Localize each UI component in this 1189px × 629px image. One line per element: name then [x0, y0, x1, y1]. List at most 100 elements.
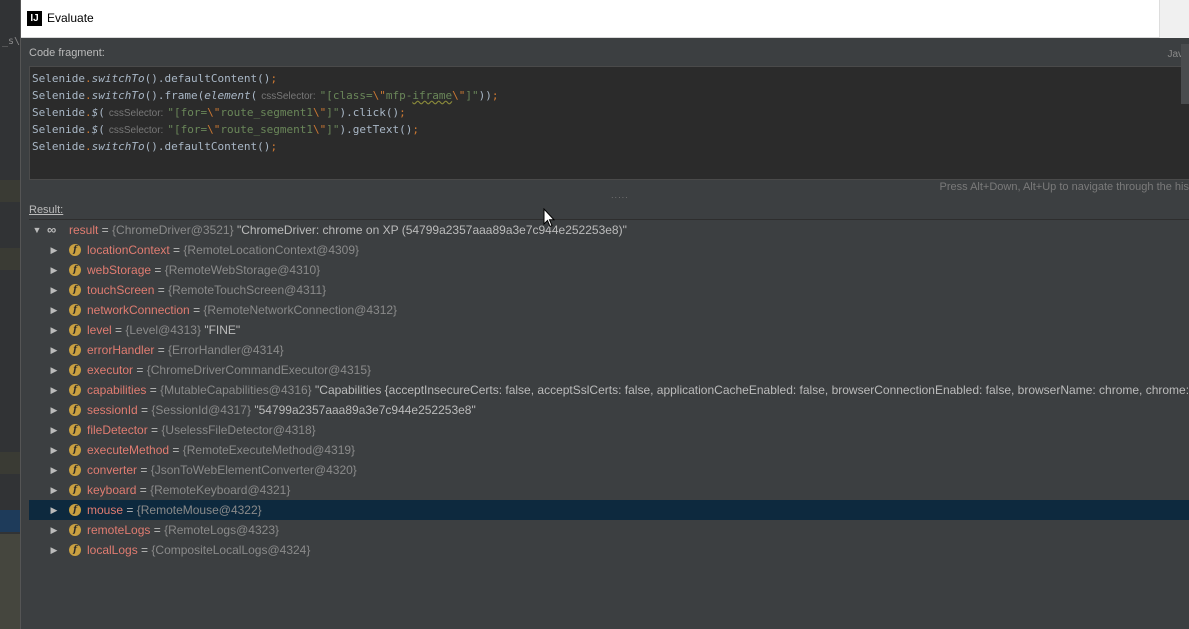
- code-token: .: [84, 72, 92, 85]
- field-name: localLogs: [87, 543, 138, 557]
- code-token: route_segment1: [220, 123, 314, 136]
- code-line[interactable]: Selenide.switchTo().frame(element(cssSel…: [32, 87, 1187, 104]
- equals-sign: =: [169, 243, 184, 257]
- tree-row-localLogs[interactable]: ▶ f localLogs = {CompositeLocalLogs@4324}: [29, 540, 1189, 560]
- field-name: networkConnection: [87, 303, 190, 317]
- tree-row-sessionId[interactable]: ▶ f sessionId = {SessionId@4317} "54799a23…: [29, 400, 1189, 420]
- field-name: touchScreen: [87, 283, 155, 297]
- tree-row-mouse[interactable]: ▶ f mouse = {RemoteMouse@4322}: [29, 500, 1189, 520]
- field-name: executeMethod: [87, 443, 170, 457]
- splitter-handle[interactable]: .....: [611, 192, 628, 200]
- tree-row-touchScreen[interactable]: ▶ f touchScreen = {RemoteTouchScreen@4311}: [29, 280, 1189, 300]
- field-name: keyboard: [87, 483, 137, 497]
- parameter-hint: cssSelector:: [108, 125, 164, 136]
- triangle-right-icon[interactable]: ▶: [49, 520, 59, 540]
- equals-sign: =: [137, 543, 152, 557]
- field-f-icon: f: [69, 284, 81, 296]
- tree-row-executor[interactable]: ▶ f executor = {ChromeDriverCommandExecuto…: [29, 360, 1189, 380]
- tree-row-locationContext[interactable]: ▶ f locationContext = {RemoteLocationConte…: [29, 240, 1189, 260]
- tree-row-result[interactable]: ▼ ∞ result = {ChromeDriver@3521} "ChromeDr…: [29, 220, 1189, 240]
- field-f-icon: f: [69, 464, 81, 476]
- window-controls[interactable]: [1159, 0, 1189, 38]
- field-name: errorHandler: [87, 343, 155, 357]
- triangle-right-icon[interactable]: ▶: [49, 440, 59, 460]
- field-name: sessionId: [87, 403, 138, 417]
- equals-sign: =: [133, 363, 147, 377]
- field-type: {RemoteKeyboard@4321}: [150, 483, 291, 497]
- code-token: .: [84, 140, 92, 153]
- title-bar[interactable]: IJ Evaluate: [21, 0, 1189, 38]
- field-type: {RemoteWebStorage@4310}: [164, 263, 321, 277]
- field-f-icon: f: [69, 324, 81, 336]
- field-f-icon: f: [69, 524, 81, 536]
- code-token: \": [313, 106, 327, 119]
- tree-row-converter[interactable]: ▶ f converter = {JsonToWebElementConverter…: [29, 460, 1189, 480]
- triangle-right-icon[interactable]: ▶: [49, 300, 59, 320]
- vertical-scrollbar[interactable]: [1181, 44, 1189, 104]
- field-name: capabilities: [87, 383, 147, 397]
- triangle-right-icon[interactable]: ▶: [49, 400, 59, 420]
- equals-sign: =: [111, 323, 126, 337]
- background-marker-selected: [0, 510, 20, 532]
- field-f-icon: f: [69, 484, 81, 496]
- tree-row-errorHandler[interactable]: ▶ f errorHandler = {ErrorHandler@4314}: [29, 340, 1189, 360]
- tree-row-level[interactable]: ▶ f level = {Level@4313} "FINE": [29, 320, 1189, 340]
- tree-row-webStorage[interactable]: ▶ f webStorage = {RemoteWebStorage@4310}: [29, 260, 1189, 280]
- tree-row-fileDetector[interactable]: ▶ f fileDetector = {UselessFileDetector@43…: [29, 420, 1189, 440]
- code-token: \": [207, 106, 221, 119]
- field-name: executor: [87, 363, 134, 377]
- triangle-down-icon[interactable]: ▼: [32, 220, 42, 240]
- tree-row-executeMethod[interactable]: ▶ f executeMethod = {RemoteExecuteMethod@4…: [29, 440, 1189, 460]
- code-line[interactable]: Selenide.$(cssSelector: "[for=\"route_seg…: [32, 104, 1187, 121]
- field-f-icon: f: [69, 504, 81, 516]
- triangle-right-icon[interactable]: ▶: [49, 480, 59, 500]
- result-tree[interactable]: ▼ ∞ result = {ChromeDriver@3521} "ChromeDr…: [29, 219, 1189, 629]
- triangle-right-icon[interactable]: ▶: [49, 320, 59, 340]
- equals-sign: =: [123, 503, 137, 517]
- triangle-right-icon[interactable]: ▶: [49, 500, 59, 520]
- tree-row-text: errorHandler = {ErrorHandler@4314}: [87, 340, 284, 360]
- field-type: {SessionId@4317}: [151, 403, 251, 417]
- equals-sign: =: [146, 383, 161, 397]
- code-token: )): [478, 89, 492, 102]
- tree-row-capabilities[interactable]: ▶ f capabilities = {MutableCapabilities@43…: [29, 380, 1189, 400]
- field-f-icon: f: [69, 384, 81, 396]
- code-editor[interactable]: Selenide.switchTo().defaultContent(); Sel…: [29, 66, 1189, 180]
- code-token: route_segment1: [220, 106, 314, 119]
- triangle-right-icon[interactable]: ▶: [49, 540, 59, 560]
- tree-row-keyboard[interactable]: ▶ f keyboard = {RemoteKeyboard@4321}: [29, 480, 1189, 500]
- field-name: fileDetector: [87, 423, 148, 437]
- code-token: ]": [326, 106, 340, 119]
- field-name: remoteLogs: [87, 523, 151, 537]
- code-token: ().defaultContent(): [144, 72, 271, 85]
- intellij-app-icon: IJ: [27, 11, 42, 26]
- tree-row-networkConnection[interactable]: ▶ f networkConnection = {RemoteNetworkConn…: [29, 300, 1189, 320]
- code-line[interactable]: Selenide.$(cssSelector: "[for=\"route_seg…: [32, 121, 1187, 138]
- field-f-icon: f: [69, 444, 81, 456]
- code-token: ;: [412, 123, 420, 136]
- code-token: ;: [399, 106, 406, 119]
- triangle-right-icon[interactable]: ▶: [49, 240, 59, 260]
- tree-row-remoteLogs[interactable]: ▶ f remoteLogs = {RemoteLogs@4323}: [29, 520, 1189, 540]
- code-token: switchTo: [91, 89, 145, 102]
- equals-sign: =: [151, 263, 165, 277]
- triangle-right-icon[interactable]: ▶: [49, 420, 59, 440]
- code-token: \": [452, 89, 466, 102]
- triangle-right-icon[interactable]: ▶: [49, 380, 59, 400]
- tree-row-text: locationContext = {RemoteLocationContext…: [87, 240, 359, 260]
- code-token: .: [84, 123, 92, 136]
- triangle-right-icon[interactable]: ▶: [49, 360, 59, 380]
- code-line[interactable]: Selenide.switchTo().defaultContent();: [32, 70, 1187, 87]
- code-line[interactable]: Selenide.switchTo().defaultContent();: [32, 138, 1187, 155]
- triangle-right-icon[interactable]: ▶: [49, 460, 59, 480]
- tree-row-text: keyboard = {RemoteKeyboard@4321}: [87, 480, 290, 500]
- triangle-right-icon[interactable]: ▶: [49, 260, 59, 280]
- triangle-right-icon[interactable]: ▶: [49, 280, 59, 300]
- equals-sign: =: [154, 343, 169, 357]
- triangle-right-icon[interactable]: ▶: [49, 340, 59, 360]
- field-type: {JsonToWebElementConverter@4320}: [150, 463, 357, 477]
- field-value: "FINE": [204, 323, 241, 337]
- field-type: {MutableCapabilities@4316}: [160, 383, 312, 397]
- field-name: mouse: [87, 503, 124, 517]
- field-type: {Level@4313}: [125, 323, 201, 337]
